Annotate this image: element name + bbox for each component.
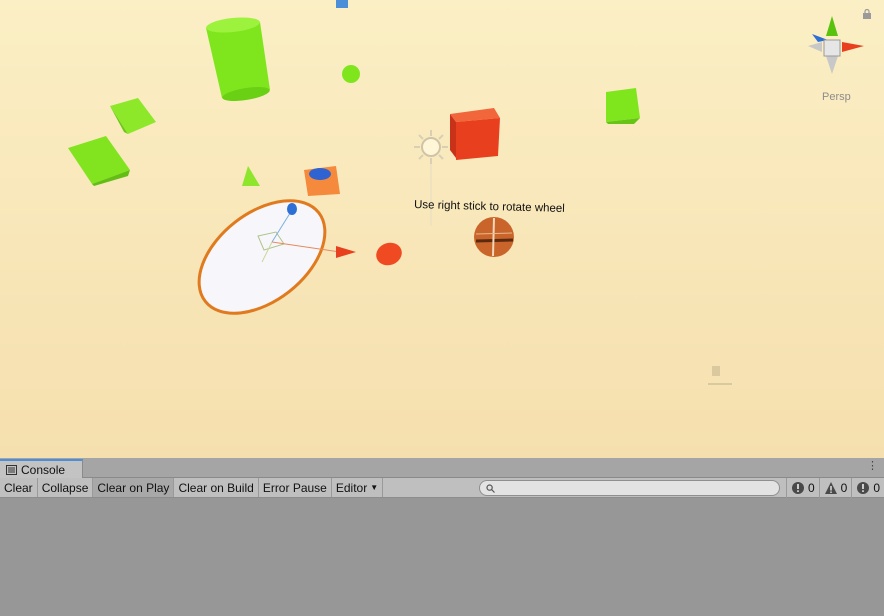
blue-object[interactable] (336, 0, 348, 8)
scene-view[interactable]: Persp Use right stick to rotate wheel (0, 0, 884, 458)
console-panel: Console ⋮ Clear Collapse Clear on Play C… (0, 458, 884, 616)
tab-console[interactable]: Console (0, 459, 83, 478)
chevron-down-icon: ▼ (370, 483, 379, 492)
clear-on-build-toggle[interactable]: Clear on Build (174, 478, 259, 497)
red-sphere[interactable] (373, 239, 405, 269)
console-log-list[interactable] (0, 499, 884, 616)
error-icon (791, 482, 804, 494)
tab-console-label: Console (21, 462, 66, 477)
console-tabbar: Console ⋮ (0, 458, 884, 478)
info-icon (857, 482, 870, 494)
wheel-disc[interactable] (178, 178, 346, 336)
warning-icon (824, 482, 837, 494)
error-count-toggle[interactable]: 0 (785, 478, 819, 498)
collapse-button[interactable]: Collapse (38, 478, 94, 497)
warning-count-toggle[interactable]: 0 (818, 478, 852, 498)
search-icon (486, 484, 495, 493)
scene-gizmo-icon[interactable] (808, 16, 864, 74)
green-cone[interactable] (242, 166, 260, 186)
message-count: 0 (873, 481, 880, 495)
green-cube-2[interactable] (68, 136, 130, 186)
red-cube[interactable] (450, 108, 500, 160)
clear-button[interactable]: Clear (0, 478, 38, 497)
projection-label[interactable]: Persp (822, 91, 851, 103)
console-toolbar: Clear Collapse Clear on Play Clear on Bu… (0, 478, 884, 498)
console-icon (6, 464, 17, 475)
unity-editor-window: Persp Use right stick to rotate wheel Co… (0, 0, 884, 616)
error-pause-toggle[interactable]: Error Pause (259, 478, 332, 497)
editor-dropdown[interactable]: Editor ▼ (332, 478, 384, 497)
clear-on-play-toggle[interactable]: Clear on Play (93, 478, 175, 497)
warning-count: 0 (840, 481, 848, 495)
green-sphere[interactable] (342, 65, 360, 83)
red-arrow-cone[interactable] (336, 246, 356, 258)
basketball[interactable] (474, 217, 514, 257)
green-cube-1[interactable] (110, 98, 156, 134)
orange-block[interactable] (304, 166, 340, 196)
green-cube-3[interactable] (606, 88, 640, 124)
message-count-toggle[interactable]: 0 (851, 478, 884, 498)
faint-gizmo (708, 366, 732, 385)
green-cylinder[interactable] (205, 15, 270, 103)
scene-canvas[interactable] (0, 0, 884, 458)
log-counts: 0 0 0 (785, 478, 884, 498)
editor-dropdown-label: Editor (335, 480, 368, 495)
lock-icon[interactable] (862, 9, 872, 19)
search-input[interactable] (479, 480, 780, 496)
error-count: 0 (807, 481, 815, 495)
panel-menu-icon[interactable]: ⋮ (867, 461, 878, 472)
